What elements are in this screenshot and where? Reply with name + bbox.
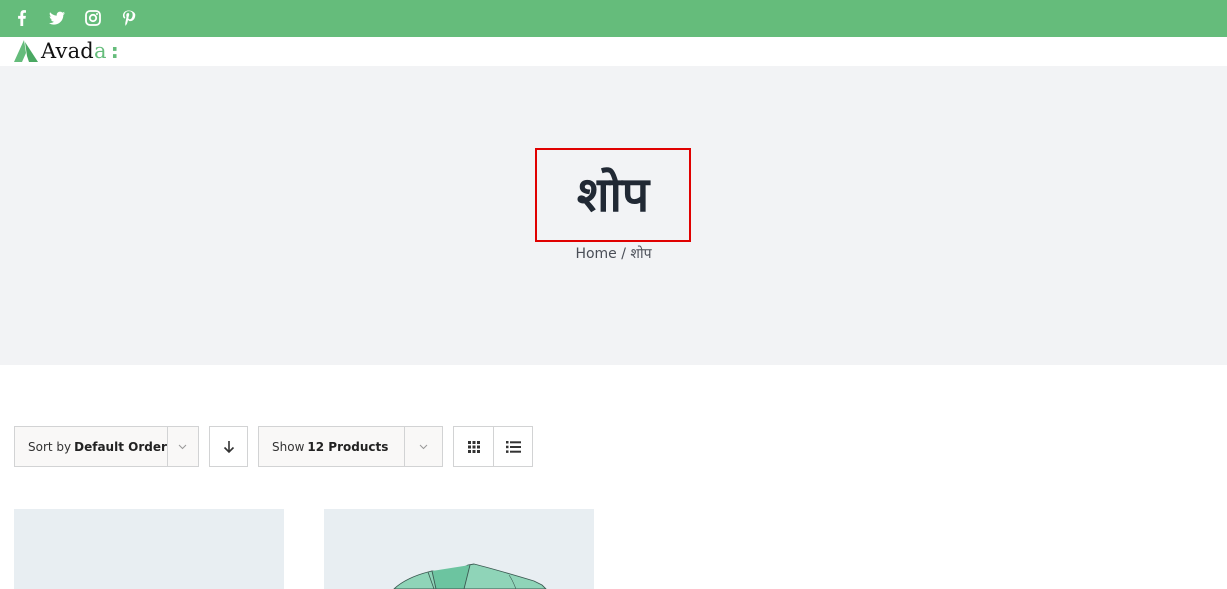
pinterest-icon[interactable] — [120, 9, 138, 27]
instagram-icon[interactable] — [84, 9, 102, 27]
sort-prefix: Sort by — [28, 439, 72, 454]
logo-text: Avada — [41, 39, 107, 63]
breadcrumb-current: शोप — [630, 246, 652, 262]
list-view-button[interactable] — [493, 427, 532, 466]
page-title-bar: शोप Home / शोप — [0, 66, 1227, 365]
logo-mark-icon — [14, 40, 38, 62]
grid-view-button[interactable] — [454, 427, 493, 466]
site-logo[interactable]: Avada : — [14, 38, 119, 64]
twitter-icon[interactable] — [48, 9, 66, 27]
logo-suffix: : — [110, 39, 119, 63]
product-card-image[interactable] — [14, 509, 284, 589]
show-count-dropdown[interactable]: Show 12 Products — [258, 426, 443, 467]
view-toggle — [453, 426, 533, 467]
show-value: 12 Products — [307, 439, 389, 454]
list-icon — [505, 440, 521, 453]
arrow-down-icon — [223, 440, 234, 453]
breadcrumb: Home / शोप — [0, 244, 1227, 263]
show-prefix: Show — [272, 439, 305, 454]
sort-value: Default Order — [74, 439, 167, 454]
chevron-down-icon[interactable] — [166, 427, 198, 466]
facebook-icon[interactable] — [13, 9, 31, 27]
breadcrumb-home[interactable]: Home — [575, 246, 616, 262]
page-title-highlight: शोप — [535, 148, 691, 242]
sort-direction-button[interactable] — [209, 426, 248, 467]
grid-icon — [467, 440, 480, 453]
chevron-down-icon[interactable] — [404, 427, 442, 466]
top-bar — [0, 0, 1227, 37]
tshirt-image — [393, 563, 547, 589]
product-card-image[interactable] — [324, 509, 594, 589]
site-header: Avada : — [0, 37, 1227, 66]
page-title: शोप — [576, 167, 650, 223]
sort-dropdown[interactable]: Sort by Default Order — [14, 426, 199, 467]
